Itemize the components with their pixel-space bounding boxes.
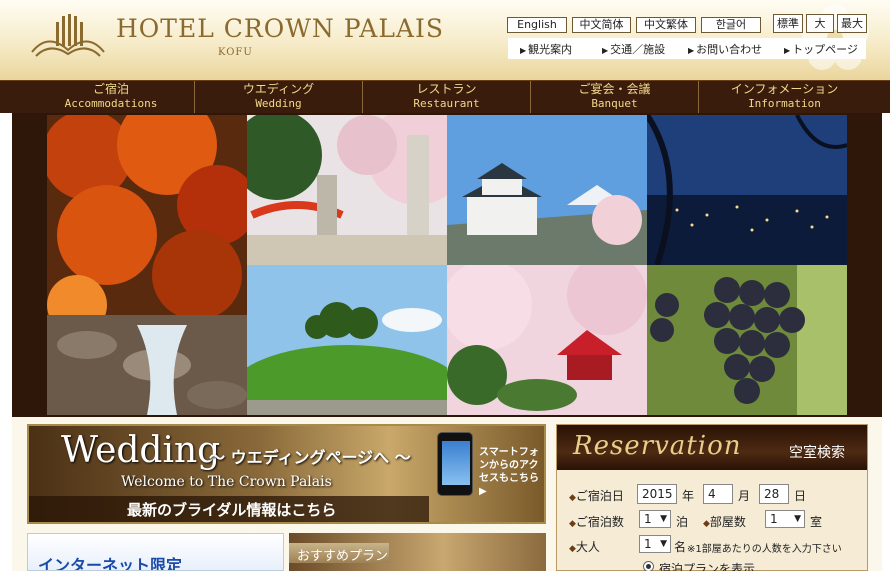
show-plans-label: 宿泊プランを表示 xyxy=(659,562,756,571)
diamond-bullet-icon: ◆ xyxy=(569,519,576,529)
wedding-info-text: 最新のブライダル情報はこちら xyxy=(127,501,337,519)
adults-note: ※1部屋あたりの人数を入力下さい xyxy=(687,544,842,555)
hotel-city: KOFU xyxy=(218,47,253,58)
photo-mosaic xyxy=(12,113,882,417)
photo-grapes xyxy=(647,265,847,415)
internet-only-banner[interactable]: インターネット限定 xyxy=(27,533,284,571)
nav-banquet[interactable]: ご宴会・会議 Banquet xyxy=(530,81,698,114)
text-size-max-button[interactable]: 最大 xyxy=(837,14,867,33)
lang-english-button[interactable]: English xyxy=(507,17,567,33)
contact-link[interactable]: ▶ お問い合わせ xyxy=(688,41,762,57)
photo-cherry-temple xyxy=(447,265,647,415)
internet-only-label: インターネット限定 xyxy=(38,556,183,571)
photo-autumn-waterfall xyxy=(47,115,247,415)
rooms-label: ◆部屋数 xyxy=(703,515,746,529)
sightseeing-link[interactable]: ▶ 観光案内 xyxy=(520,41,572,57)
nights-select[interactable]: 1 ▼ xyxy=(639,510,671,528)
adults-label: ◆大人 xyxy=(569,540,600,554)
lang-korean-button[interactable]: 한글어 xyxy=(701,17,761,33)
month-input[interactable]: 4 xyxy=(703,484,733,504)
year-input[interactable]: 2015 xyxy=(637,484,677,504)
recommended-plan-tab: おすすめプラン xyxy=(289,543,389,564)
triangle-right-icon: ▶ xyxy=(602,46,609,55)
dropdown-arrow-icon: ▼ xyxy=(660,539,667,549)
nav-restaurant[interactable]: レストラン Restaurant xyxy=(362,81,530,114)
reservation-header: Reservation 空室検索 xyxy=(557,425,867,470)
reservation-title: Reservation xyxy=(573,431,742,461)
access-facilities-link[interactable]: ▶ 交通／施設 xyxy=(602,41,665,57)
photo-castle-fuji xyxy=(447,115,647,265)
diamond-bullet-icon: ◆ xyxy=(569,544,576,554)
dropdown-arrow-icon: ▼ xyxy=(794,514,801,524)
photo-shrine-cherry xyxy=(247,115,447,265)
reservation-panel: Reservation 空室検索 ◆ご宿泊日 2015 年 4 月 28 日 ◆… xyxy=(556,424,868,571)
stay-date-label: ◆ご宿泊日 xyxy=(569,489,624,503)
wedding-banner[interactable]: Wedding ～ ウエディングページへ ～ Welcome to The Cr… xyxy=(27,424,546,524)
nights-label: ◆ご宿泊数 xyxy=(569,515,624,529)
dropdown-arrow-icon: ▼ xyxy=(660,514,667,524)
triangle-right-icon: ▶ xyxy=(784,46,791,55)
crown-logo-icon[interactable] xyxy=(28,12,108,62)
day-input[interactable]: 28 xyxy=(759,484,789,504)
utility-links-bar: ▶ 観光案内 ▶ 交通／施設 ▶ お問い合わせ ▶ トップページ xyxy=(508,38,866,59)
photo-green-mound xyxy=(247,265,447,415)
diamond-bullet-icon: ◆ xyxy=(703,519,710,529)
triangle-right-icon: ▶ xyxy=(688,46,695,55)
lang-zh-simplified-button[interactable]: 中文简体 xyxy=(572,17,631,33)
wedding-info-bar: 最新のブライダル情報はこちら xyxy=(29,496,429,522)
wedding-subtitle: ～ ウエディングページへ ～ xyxy=(209,448,411,467)
smartphone-icon xyxy=(437,432,473,496)
lang-zh-traditional-button[interactable]: 中文繁体 xyxy=(636,17,696,33)
nav-accommodations[interactable]: ご宿泊 Accommodations xyxy=(28,81,194,114)
text-size-large-button[interactable]: 大 xyxy=(806,14,834,33)
triangle-right-icon: ▶ xyxy=(520,46,527,55)
wedding-welcome: Welcome to The Crown Palais xyxy=(121,474,332,490)
vacancy-search-label: 空室検索 xyxy=(789,445,845,461)
wedding-title: Wedding xyxy=(61,430,221,471)
smartphone-access-text: スマートフォンからのアクセスもこちら ▶ xyxy=(479,447,539,497)
hotel-name[interactable]: HOTEL CROWN PALAIS xyxy=(116,14,444,43)
recommended-plan-banner[interactable]: おすすめプラン xyxy=(289,533,546,571)
adults-select[interactable]: 1 ▼ xyxy=(639,535,671,553)
show-plans-radio[interactable] xyxy=(643,561,654,571)
main-nav: ご宿泊 Accommodations ウエディング Wedding レストラン … xyxy=(0,80,890,114)
nav-information[interactable]: インフォメーション Information xyxy=(698,81,870,114)
photo-night-view xyxy=(647,115,847,265)
site-header: HOTEL CROWN PALAIS KOFU English 中文简体 中文繁… xyxy=(0,0,890,80)
nav-wedding[interactable]: ウエディング Wedding xyxy=(194,81,362,114)
text-size-normal-button[interactable]: 標準 xyxy=(773,14,803,33)
rooms-select[interactable]: 1 ▼ xyxy=(765,510,805,528)
top-page-link[interactable]: ▶ トップページ xyxy=(784,41,858,57)
diamond-bullet-icon: ◆ xyxy=(569,493,576,503)
